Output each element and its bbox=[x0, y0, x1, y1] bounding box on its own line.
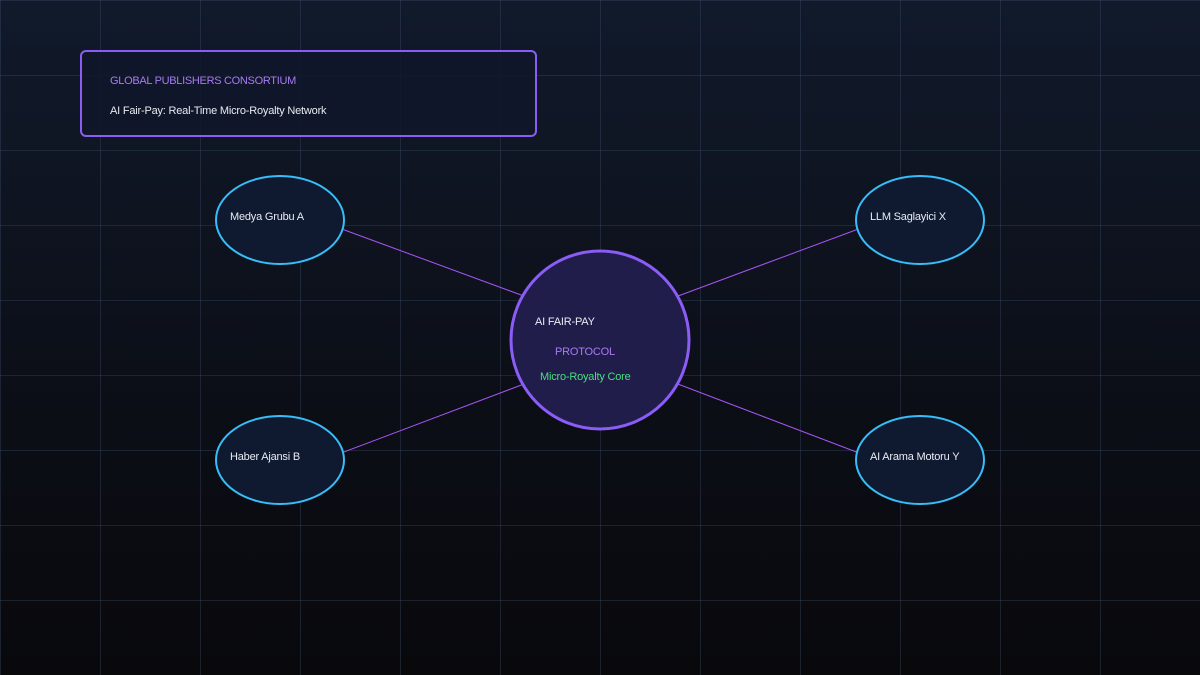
edge-haber-ajansi-b bbox=[319, 380, 533, 462]
edge-medya-grubu-a bbox=[319, 220, 533, 300]
hub-node[interactable]: AI FAIR-PAY PROTOCOL Micro-Royalty Core bbox=[509, 249, 691, 431]
network-diagram: AI FAIR-PAY PROTOCOL Micro-Royalty Core … bbox=[215, 175, 985, 505]
hub-protocol: PROTOCOL bbox=[555, 346, 615, 358]
hub-circle bbox=[509, 249, 691, 431]
edge-llm-saglayici-x bbox=[669, 220, 881, 300]
edge-ai-arama-motoru-y bbox=[669, 380, 881, 462]
node-haber-ajansi-b[interactable]: Haber Ajansi B bbox=[215, 415, 345, 505]
hub-title: AI FAIR-PAY bbox=[535, 316, 596, 328]
node-label: LLM Saglayici X bbox=[870, 211, 947, 223]
node-label: Medya Grubu A bbox=[230, 211, 305, 223]
node-ai-arama-motoru-y[interactable]: AI Arama Motoru Y bbox=[855, 415, 985, 505]
node-label: Haber Ajansi B bbox=[230, 451, 300, 463]
node-llm-saglayici-x[interactable]: LLM Saglayici X bbox=[855, 175, 985, 265]
hub-subtitle: Micro-Royalty Core bbox=[540, 371, 631, 383]
node-label: AI Arama Motoru Y bbox=[870, 451, 960, 463]
node-medya-grubu-a[interactable]: Medya Grubu A bbox=[215, 175, 345, 265]
